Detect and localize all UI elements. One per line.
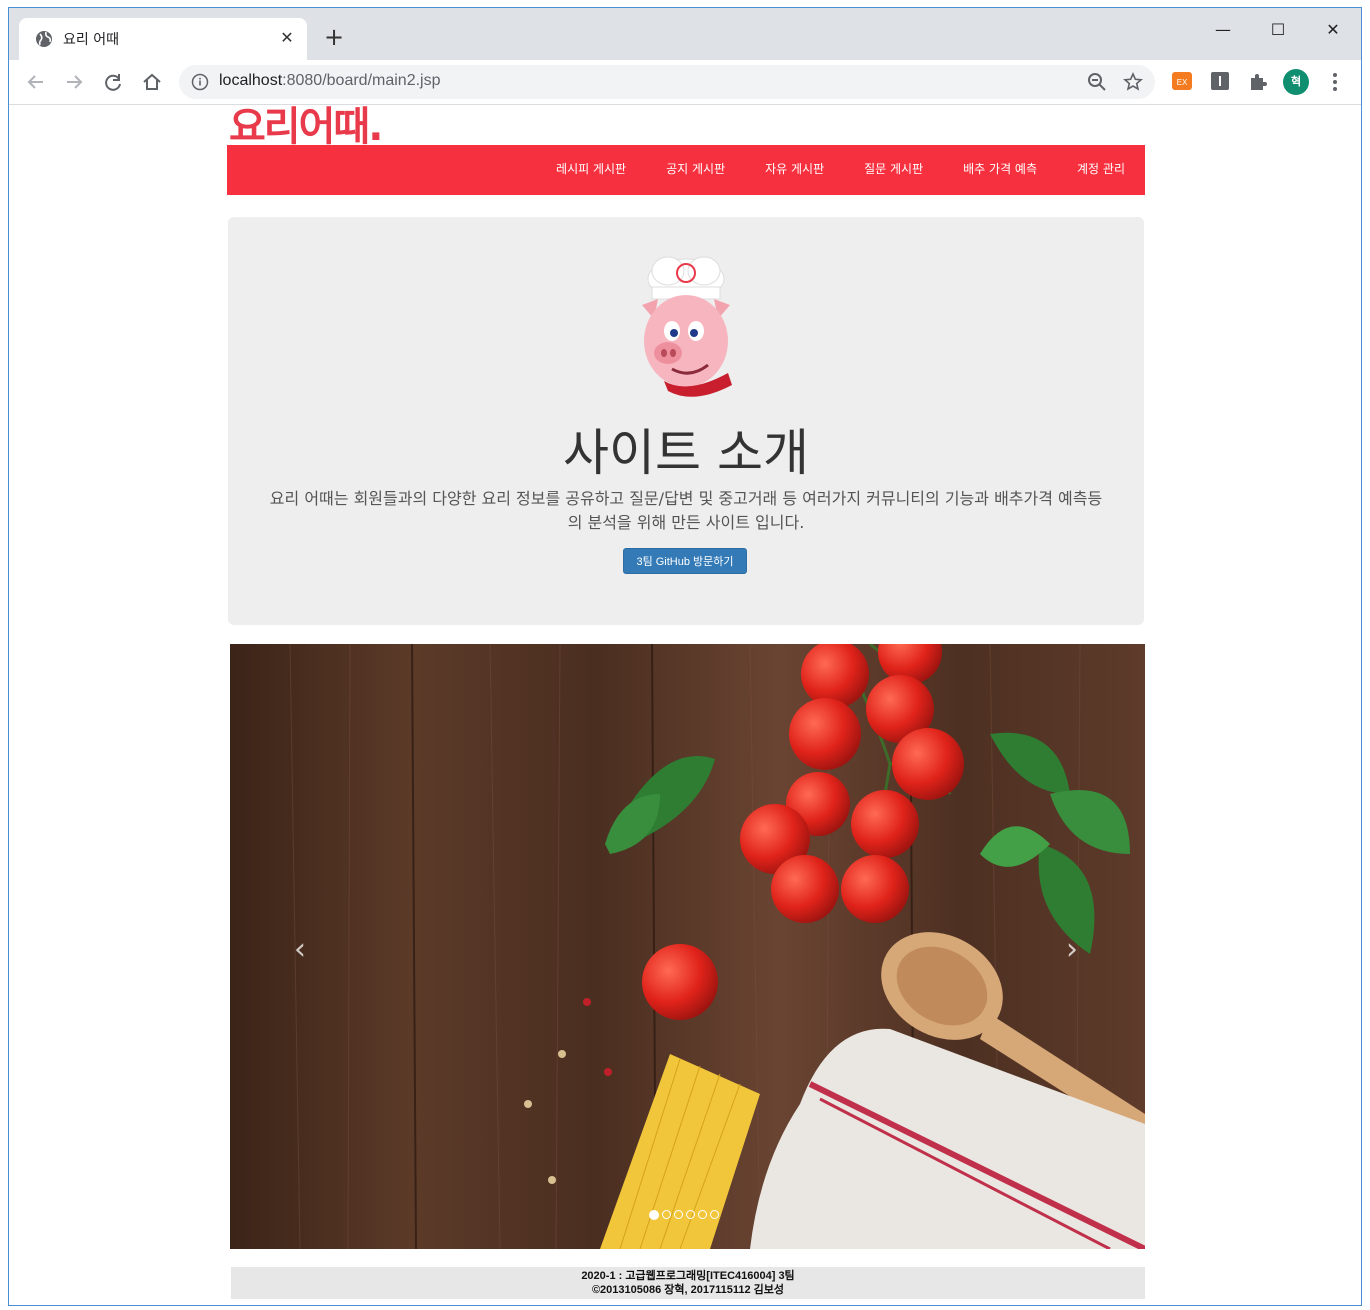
footer-course-line: 2020-1 : 고급웹프로그래밍[ITEC416004] 3팀: [581, 1270, 795, 1282]
nav-account-management[interactable]: 계정 관리: [1057, 145, 1145, 195]
browser-tab[interactable]: 요리 어때 ✕: [19, 18, 307, 60]
url-text[interactable]: localhost:8080/board/main2.jsp: [219, 72, 440, 90]
more-menu-icon[interactable]: [1325, 70, 1345, 94]
carousel-indicator[interactable]: [674, 1210, 683, 1219]
nav-recipe-board[interactable]: 레시피 게시판: [536, 145, 646, 195]
new-tab-button[interactable]: +: [321, 25, 347, 51]
site-logo[interactable]: 요리어때.: [229, 105, 383, 149]
maximize-button[interactable]: ☐: [1255, 16, 1301, 44]
footer-authors-line: ©2013105086 장혁, 2017115112 김보성: [591, 1284, 785, 1296]
nav-cabbage-price-prediction[interactable]: 배추 가격 예측: [943, 145, 1057, 195]
tab-strip: 요리 어때 ✕ + — ☐ ✕: [9, 8, 1361, 60]
extension-ex-label: EX: [1177, 78, 1188, 87]
nav-menu: 레시피 게시판 공지 게시판 자유 게시판 질문 게시판 배추 가격 예측 계정…: [536, 145, 1145, 195]
profile-avatar[interactable]: 혁: [1283, 69, 1309, 95]
tab-title: 요리 어때: [63, 32, 119, 48]
close-window-button[interactable]: ✕: [1310, 16, 1356, 44]
forward-arrow-icon[interactable]: [61, 69, 87, 95]
reload-icon[interactable]: [100, 69, 126, 95]
nav-question-board[interactable]: 질문 게시판: [844, 145, 943, 195]
address-bar[interactable]: localhost:8080/board/main2.jsp: [179, 65, 1155, 99]
bookmark-star-icon[interactable]: [1123, 72, 1143, 92]
url-path: :8080/board/main2.jsp: [282, 72, 441, 89]
carousel-indicator[interactable]: [662, 1210, 671, 1219]
image-carousel: ‹ ›: [230, 644, 1145, 1249]
extension-ex-icon[interactable]: EX: [1171, 70, 1193, 92]
github-visit-button[interactable]: 3팀 GitHub 방문하기: [623, 548, 747, 574]
url-host: localhost: [219, 72, 283, 89]
carousel-indicator[interactable]: [698, 1210, 707, 1219]
minimize-button[interactable]: —: [1200, 16, 1246, 44]
jumbotron-title: 사이트 소개: [563, 424, 809, 482]
browser-toolbar: localhost:8080/board/main2.jsp EX 혁: [9, 60, 1361, 105]
carousel-prev-icon[interactable]: ‹: [288, 935, 312, 965]
main-navbar: 레시피 게시판 공지 게시판 자유 게시판 질문 게시판 배추 가격 예측 계정…: [227, 145, 1145, 195]
chef-pig-mascot-image: [642, 256, 732, 397]
web-page: 요리어때. 레시피 게시판 공지 게시판 자유 게시판 질문 게시판 배추 가격…: [9, 105, 1361, 1305]
jumbotron-description: 요리 어때는 회원들과의 다양한 요리 정보를 공유하고 질문/답변 및 중고거…: [269, 489, 1103, 532]
site-footer: 2020-1 : 고급웹프로그래밍[ITEC416004] 3팀 ©201310…: [231, 1267, 1145, 1299]
nav-notice-board[interactable]: 공지 게시판: [646, 145, 745, 195]
food-ingredients-photo: [230, 644, 1145, 1249]
carousel-indicator[interactable]: [710, 1210, 719, 1219]
carousel-indicator[interactable]: [686, 1210, 695, 1219]
nav-free-board[interactable]: 자유 게시판: [745, 145, 844, 195]
jumbotron: 사이트 소개 요리 어때는 회원들과의 다양한 요리 정보를 공유하고 질문/답…: [228, 217, 1144, 625]
info-icon[interactable]: [191, 73, 209, 91]
browser-window: 요리 어때 ✕ + — ☐ ✕ localhost:8080/board/mai…: [8, 7, 1362, 1306]
home-icon[interactable]: [139, 69, 165, 95]
zoom-icon[interactable]: [1087, 72, 1107, 92]
carousel-indicators: [649, 1210, 719, 1220]
carousel-next-icon[interactable]: ›: [1060, 935, 1084, 965]
back-arrow-icon[interactable]: [23, 69, 49, 95]
extensions-puzzle-icon[interactable]: [1247, 70, 1269, 92]
extension-i-icon[interactable]: [1209, 70, 1231, 92]
globe-icon: [36, 31, 52, 47]
tab-close-icon[interactable]: ✕: [277, 28, 297, 48]
carousel-indicator[interactable]: [649, 1210, 659, 1220]
